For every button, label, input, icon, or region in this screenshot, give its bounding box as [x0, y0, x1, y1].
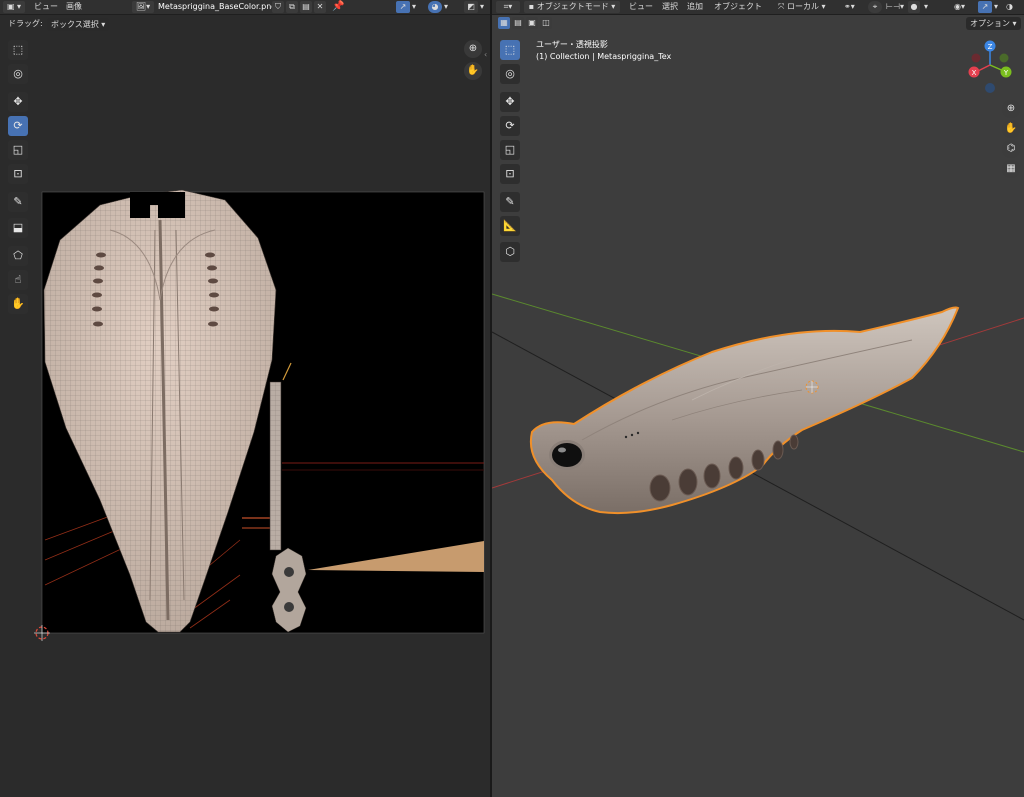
gizmo-z-label: Z: [988, 43, 993, 51]
annotate-tool[interactable]: ✎: [8, 192, 28, 212]
annotate-icon: ✎: [13, 195, 23, 208]
sample-icon: ⬓: [12, 221, 24, 234]
zoom-button[interactable]: ⊕: [464, 40, 482, 58]
move-icon: ✥: [505, 95, 515, 108]
zoom-icon: ⊕: [1006, 103, 1016, 114]
annotate-tool[interactable]: ✎: [500, 192, 520, 212]
rotate-icon: ⟳: [505, 119, 515, 132]
relax-tool[interactable]: ☝: [8, 270, 28, 290]
move-icon: ✥: [13, 95, 23, 108]
sidebar-toggle[interactable]: ‹: [484, 50, 487, 59]
sample-tool[interactable]: ⬓: [8, 218, 28, 238]
ortho-toggle-button[interactable]: ▦: [1002, 160, 1020, 178]
rotate-icon: ⟳: [13, 119, 23, 132]
zoom-button[interactable]: ⊕: [1002, 100, 1020, 118]
navigation-gizmo[interactable]: Z Y X: [968, 40, 1012, 94]
scale-icon: ◱: [504, 143, 516, 156]
add-cube-tool[interactable]: ⬡: [500, 242, 520, 262]
select-box-icon: ⬚: [504, 43, 516, 56]
select-box-tool[interactable]: ⬚: [8, 40, 28, 60]
metaspriggina-model[interactable]: [530, 306, 960, 515]
transform-tool[interactable]: ⊡: [8, 164, 28, 184]
pan-hand-icon: ✋: [466, 65, 480, 76]
cursor-icon: ◎: [505, 67, 515, 80]
pan-button[interactable]: ✋: [1002, 120, 1020, 138]
cursor-tool[interactable]: ◎: [500, 64, 520, 84]
pinch-icon: ✋: [11, 297, 25, 310]
3d-viewport[interactable]: ⌗▾ ▪ オブジェクトモード ▾ ビュー 選択 追加 オブジェクト ⤧ ローカル…: [492, 0, 1024, 797]
pan-button[interactable]: ✋: [464, 62, 482, 80]
uv-canvas[interactable]: [0, 0, 490, 797]
grid-view-icon: ▦: [1006, 163, 1016, 174]
transform-icon: ⊡: [13, 167, 23, 180]
camera-view-button[interactable]: ⌬: [1002, 140, 1020, 158]
grab-icon: ⬠: [13, 249, 23, 262]
viewport-scene[interactable]: Z Y X: [492, 0, 1024, 797]
image-editor[interactable]: ▣ ▾ ビュー 画像 🖼▾ Metaspriggina_BaseColor.pn…: [0, 0, 490, 797]
move-tool[interactable]: ✥: [500, 92, 520, 112]
pinch-tool[interactable]: ✋: [8, 294, 28, 314]
scale-tool[interactable]: ◱: [8, 140, 28, 160]
select-box-icon: ⬚: [12, 43, 24, 56]
grab-tool[interactable]: ⬠: [8, 246, 28, 266]
measure-icon: 📐: [503, 219, 517, 232]
cursor-tool[interactable]: ◎: [8, 64, 28, 84]
move-tool[interactable]: ✥: [8, 92, 28, 112]
transform-icon: ⊡: [505, 167, 515, 180]
camera-icon: ⌬: [1006, 143, 1016, 154]
relax-icon: ☝: [14, 273, 22, 286]
cursor-icon: ◎: [13, 67, 23, 80]
zoom-icon: ⊕: [468, 43, 478, 54]
measure-tool[interactable]: 📐: [500, 216, 520, 236]
gizmo-y-label: Y: [1003, 69, 1009, 77]
transform-tool[interactable]: ⊡: [500, 164, 520, 184]
add-cube-icon: ⬡: [505, 245, 515, 258]
rotate-tool[interactable]: ⟳: [500, 116, 520, 136]
select-box-tool[interactable]: ⬚: [500, 40, 520, 60]
annotate-icon: ✎: [505, 195, 515, 208]
gizmo-x-label: X: [972, 69, 977, 77]
rotate-tool[interactable]: ⟳: [8, 116, 28, 136]
pan-hand-icon: ✋: [1004, 123, 1018, 134]
scale-tool[interactable]: ◱: [500, 140, 520, 160]
scale-icon: ◱: [12, 143, 24, 156]
